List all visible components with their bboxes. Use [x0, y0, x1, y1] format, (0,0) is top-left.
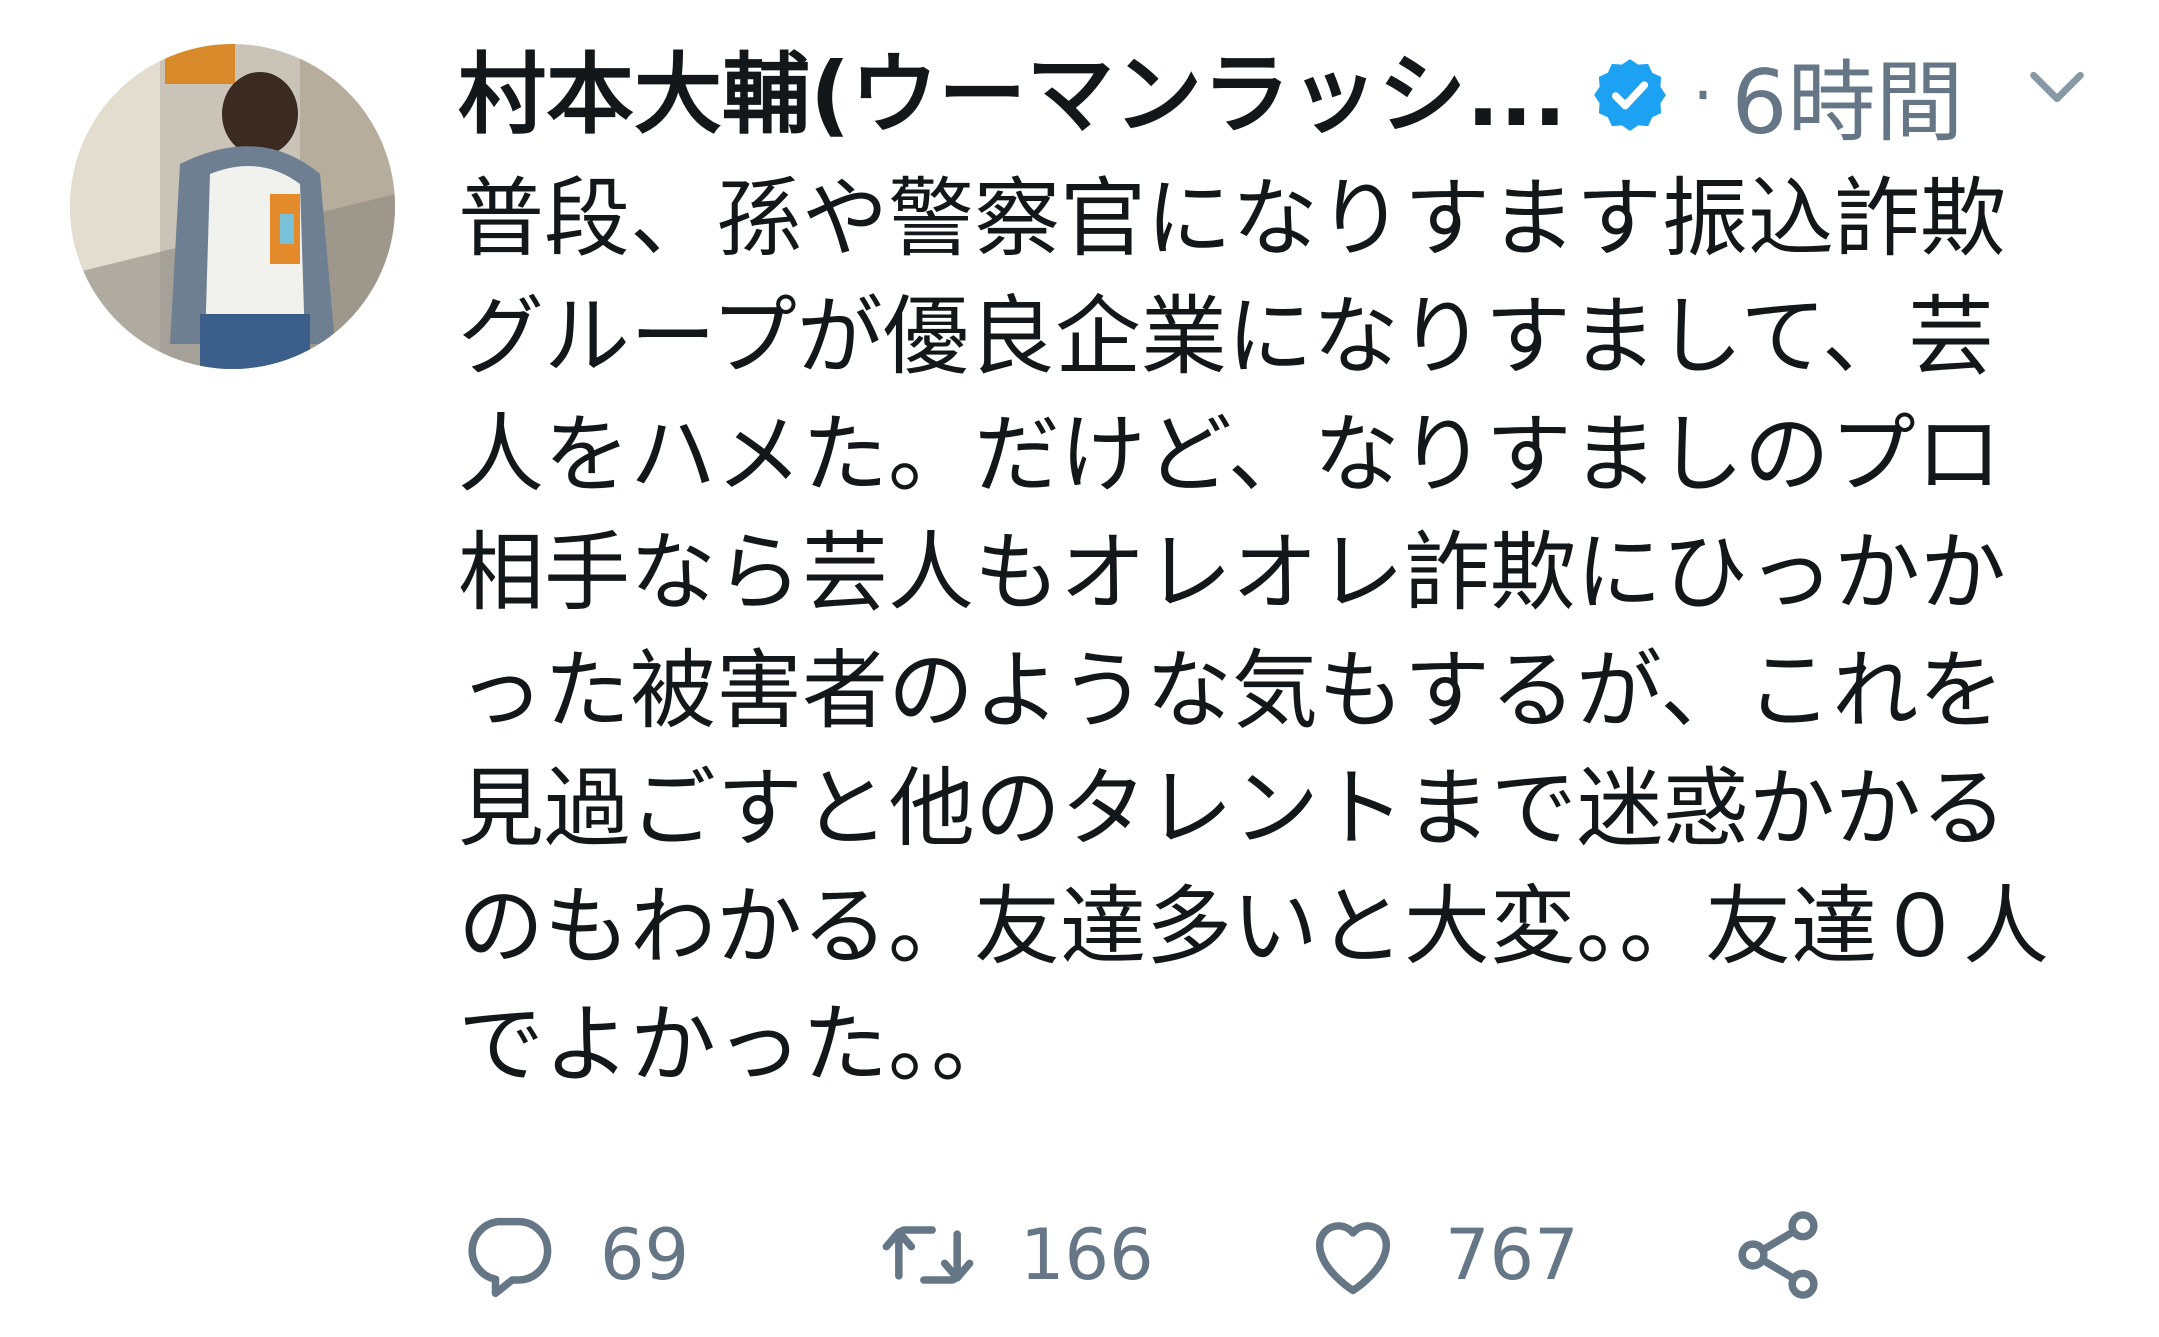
tweet-header: 村本大輔(ウーマンラッシ... · 6時間 — [458, 40, 2098, 154]
retweet-button[interactable]: 166 — [878, 1205, 1154, 1305]
like-count: 767 — [1445, 1214, 1579, 1296]
tweet-timestamp[interactable]: 6時間 — [1732, 32, 1964, 159]
heart-icon — [1315, 1222, 1391, 1295]
tweet-text: 普段、孫や警察官になりすます振込詐欺グループが優良企業になりすまして、芸人をハメ… — [458, 169, 2049, 1095]
reply-icon — [468, 1217, 552, 1298]
like-button[interactable]: 767 — [1303, 1205, 1579, 1305]
author-display-name[interactable]: 村本大輔(ウーマンラッシ... — [458, 40, 1567, 150]
share-icon — [1738, 1211, 1818, 1299]
reply-button[interactable]: 69 — [458, 1205, 689, 1305]
reply-count: 69 — [600, 1214, 690, 1296]
chevron-down-icon[interactable] — [2022, 52, 2092, 122]
retweet-icon — [882, 1226, 974, 1284]
separator-dot: · — [1692, 56, 1714, 134]
avatar[interactable] — [70, 44, 395, 369]
share-button[interactable] — [1728, 1205, 1828, 1305]
profile-photo — [70, 44, 395, 369]
retweet-count: 166 — [1020, 1214, 1154, 1296]
verified-badge-icon — [1593, 59, 1666, 131]
tweet-action-bar: 69 166 767 — [458, 1205, 1888, 1305]
